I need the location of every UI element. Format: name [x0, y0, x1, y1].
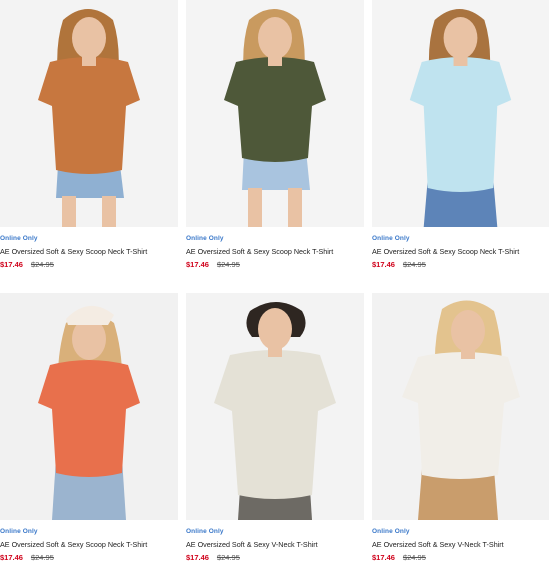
online-only-badge: Online Only: [186, 528, 224, 535]
price-row: $17.46 $24.95: [0, 260, 178, 269]
product-name-link[interactable]: AE Oversized Soft & Sexy Scoop Neck T-Sh…: [372, 247, 549, 256]
product-grid: Online Only AE Oversized Soft & Sexy Sco…: [0, 0, 550, 562]
product-name-link[interactable]: AE Oversized Soft & Sexy Scoop Neck T-Sh…: [0, 247, 178, 256]
product-image[interactable]: [0, 293, 178, 520]
original-price: $24.95: [402, 260, 426, 269]
product-name-link[interactable]: AE Oversized Soft & Sexy V-Neck T-Shirt: [186, 540, 364, 549]
online-only-badge: Online Only: [186, 235, 224, 242]
product-image[interactable]: [186, 293, 364, 520]
product-name-link[interactable]: AE Oversized Soft & Sexy Scoop Neck T-Sh…: [186, 247, 364, 256]
sale-price: $17.46: [372, 553, 395, 562]
product-name-link[interactable]: AE Oversized Soft & Sexy V-Neck T-Shirt: [372, 540, 549, 549]
product-image[interactable]: [372, 293, 549, 520]
product-card[interactable]: Online Only AE Oversized Soft & Sexy Sco…: [0, 0, 178, 269]
sale-price: $17.46: [186, 553, 209, 562]
price-row: $17.46 $24.95: [186, 553, 364, 562]
product-image[interactable]: [186, 0, 364, 227]
online-only-badge: Online Only: [372, 528, 410, 535]
online-only-badge: Online Only: [0, 235, 38, 242]
price-row: $17.46 $24.95: [372, 553, 549, 562]
product-card[interactable]: Online Only AE Oversized Soft & Sexy V-N…: [372, 293, 549, 562]
original-price: $24.95: [216, 553, 240, 562]
original-price: $24.95: [30, 260, 54, 269]
sale-price: $17.46: [186, 260, 209, 269]
product-image[interactable]: [372, 0, 549, 227]
price-row: $17.46 $24.95: [372, 260, 549, 269]
product-card[interactable]: Online Only AE Oversized Soft & Sexy Sco…: [186, 0, 364, 269]
product-card[interactable]: Online Only AE Oversized Soft & Sexy Sco…: [0, 293, 178, 562]
product-name-link[interactable]: AE Oversized Soft & Sexy Scoop Neck T-Sh…: [0, 540, 178, 549]
original-price: $24.95: [402, 553, 426, 562]
original-price: $24.95: [216, 260, 240, 269]
product-card[interactable]: Online Only AE Oversized Soft & Sexy V-N…: [186, 293, 364, 562]
price-row: $17.46 $24.95: [186, 260, 364, 269]
online-only-badge: Online Only: [0, 528, 38, 535]
sale-price: $17.46: [372, 260, 395, 269]
sale-price: $17.46: [0, 553, 23, 562]
online-only-badge: Online Only: [372, 235, 410, 242]
sale-price: $17.46: [0, 260, 23, 269]
product-card[interactable]: Online Only AE Oversized Soft & Sexy Sco…: [372, 0, 549, 269]
price-row: $17.46 $24.95: [0, 553, 178, 562]
product-image[interactable]: [0, 0, 178, 227]
original-price: $24.95: [30, 553, 54, 562]
